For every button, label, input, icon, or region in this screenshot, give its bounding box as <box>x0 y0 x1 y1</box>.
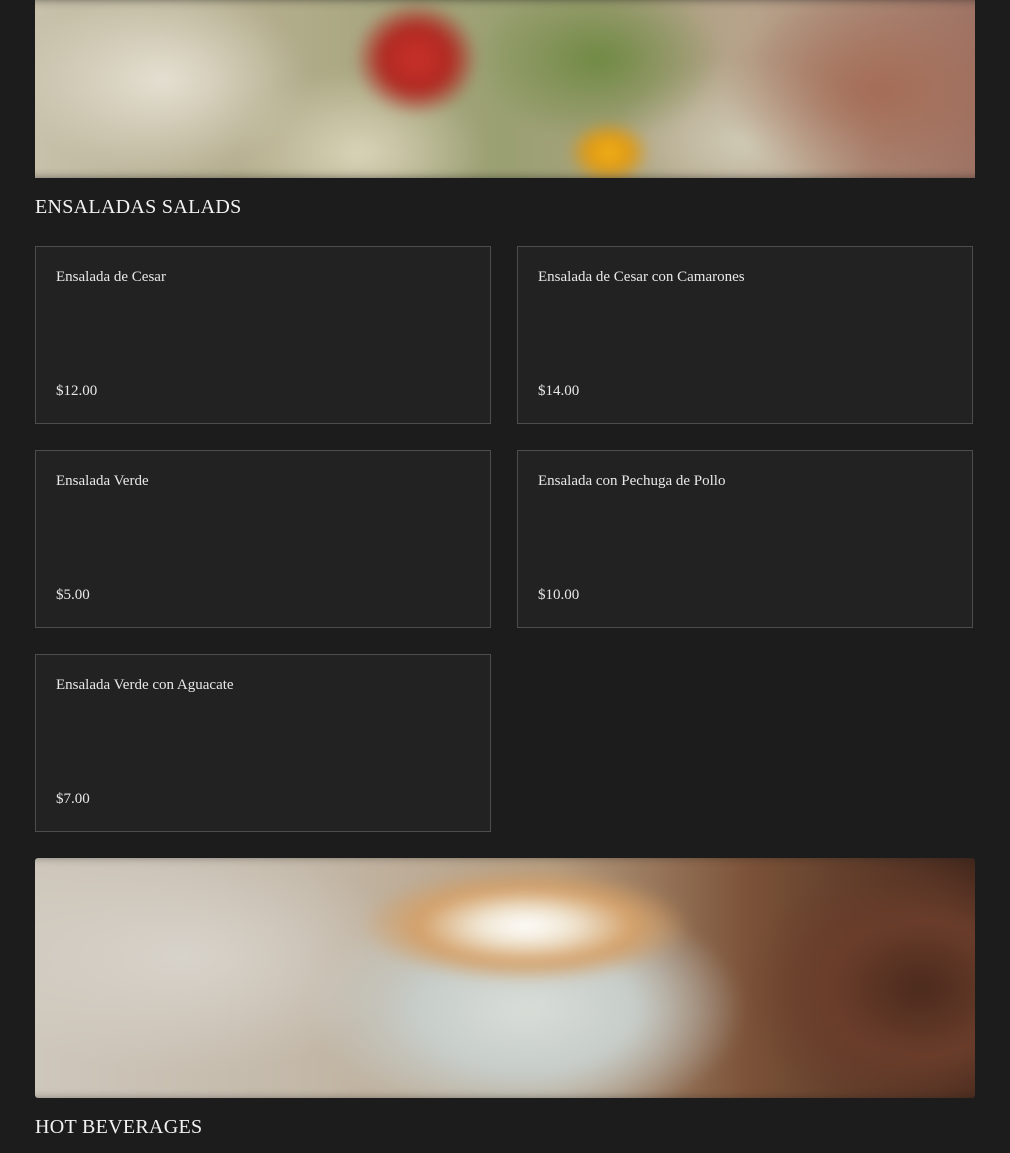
menu-item-name: Ensalada con Pechuga de Pollo <box>538 473 726 489</box>
menu-item-price: $7.00 <box>56 791 90 807</box>
menu-item-price: $5.00 <box>56 587 90 603</box>
menu-item-price: $10.00 <box>538 587 580 603</box>
hot-beverages-banner-image <box>35 858 975 1098</box>
menu-item-card[interactable]: Ensalada Verde con Aguacate $7.00 <box>35 654 491 832</box>
menu-page: ENSALADAS SALADS Ensalada de Cesar $12.0… <box>0 0 1010 1153</box>
menu-item-name: Ensalada Verde con Aguacate <box>56 677 234 693</box>
menu-item-name: Ensalada de Cesar <box>56 269 166 285</box>
menu-item-card[interactable]: Ensalada de Cesar $12.00 <box>35 246 491 424</box>
menu-item-card[interactable]: Ensalada con Pechuga de Pollo $10.00 <box>517 450 973 628</box>
hot-beverages-section-title: HOT BEVERAGES <box>35 1116 203 1138</box>
menu-item-price: $12.00 <box>56 383 98 399</box>
menu-item-price: $14.00 <box>538 383 580 399</box>
salads-section-title: ENSALADAS SALADS <box>35 196 242 218</box>
salads-banner-image <box>35 0 975 178</box>
menu-item-card[interactable]: Ensalada de Cesar con Camarones $14.00 <box>517 246 973 424</box>
menu-item-card[interactable]: Ensalada Verde $5.00 <box>35 450 491 628</box>
menu-item-name: Ensalada Verde <box>56 473 149 489</box>
menu-item-name: Ensalada de Cesar con Camarones <box>538 269 745 285</box>
